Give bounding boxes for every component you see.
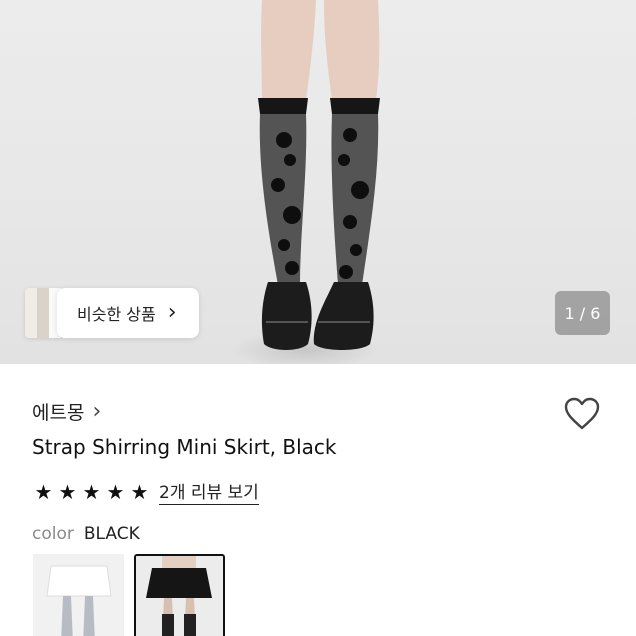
chevron-right-icon: ›	[167, 300, 177, 325]
product-image-carousel[interactable]: 비슷한 상품 › 1 / 6	[0, 0, 636, 364]
star-icon: ★	[106, 479, 125, 504]
similar-products-button[interactable]: 비슷한 상품 ›	[25, 288, 199, 338]
black-variant-thumbnail[interactable]	[134, 554, 225, 636]
heart-icon[interactable]	[563, 396, 601, 432]
white-variant-thumbnail[interactable]	[33, 554, 124, 636]
image-counter: 1 / 6	[555, 291, 610, 335]
color-label: color	[32, 524, 74, 544]
brand-name: 에트몽	[32, 402, 85, 424]
star-icon: ★	[130, 479, 149, 504]
color-row: color BLACK	[32, 524, 140, 544]
reviews-link[interactable]: 2개 리뷰 보기	[159, 478, 259, 505]
star-icon: ★	[58, 479, 77, 504]
star-icon: ★	[34, 479, 53, 504]
star-icon: ★	[82, 479, 101, 504]
similar-thumbnail-strip	[25, 288, 61, 338]
similar-products-label: 비슷한 상품	[77, 305, 156, 324]
rating-stars: ★ ★ ★ ★ ★	[32, 479, 151, 505]
product-title: Strap Shirring Mini Skirt, Black	[32, 435, 337, 459]
color-value: BLACK	[83, 524, 140, 544]
rating-row: ★ ★ ★ ★ ★ 2개 리뷰 보기	[32, 478, 259, 505]
brand-link[interactable]: 에트몽 ›	[32, 398, 101, 425]
variant-image-white	[33, 554, 124, 636]
variant-image-black	[136, 556, 223, 636]
similar-products-label-box: 비슷한 상품 ›	[57, 288, 199, 338]
chevron-right-icon: ›	[92, 398, 102, 424]
